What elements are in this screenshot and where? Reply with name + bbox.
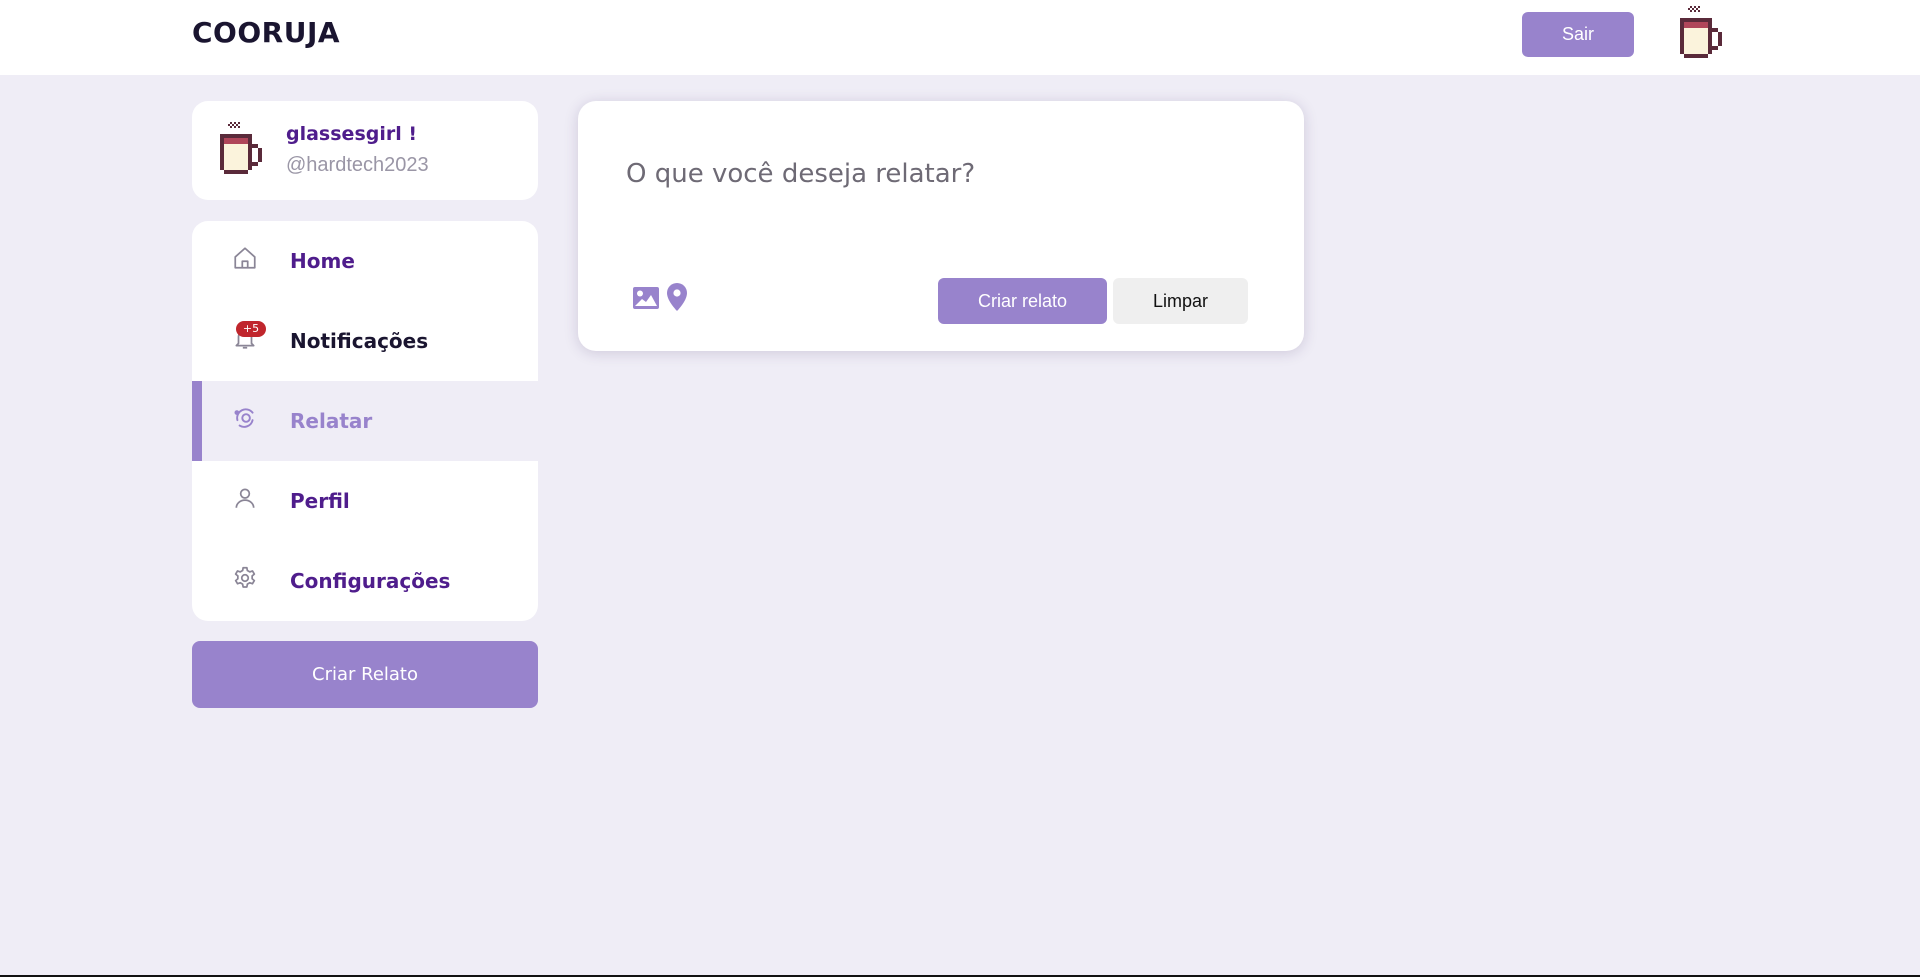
profile-name: glassesgirl ! (286, 123, 418, 145)
sidebar-item-profile[interactable]: Perfil (192, 461, 538, 541)
sidebar-item-label: Home (290, 249, 355, 273)
notification-badge: +5 (236, 321, 266, 337)
sidebar-item-label: Notificações (290, 329, 429, 353)
gear-icon (234, 566, 256, 588)
top-bar: COORUJA Sair (0, 0, 1920, 75)
sidebar-item-label: Relatar (290, 409, 373, 433)
sidebar-item-settings[interactable]: Configurações (192, 541, 538, 621)
sidebar-item-notifications[interactable]: +5 Notificações (192, 301, 538, 381)
report-composer: Criar relato Limpar (578, 101, 1304, 351)
logout-button[interactable]: Sair (1522, 12, 1634, 57)
report-input[interactable] (626, 149, 1246, 199)
coffee-mug-icon[interactable] (1676, 6, 1724, 62)
brand-logo: COORUJA (192, 16, 341, 49)
create-report-button[interactable]: Criar Relato (192, 641, 538, 708)
report-icon (234, 408, 254, 428)
sidebar-item-label: Perfil (290, 489, 350, 513)
user-icon (235, 488, 255, 508)
active-indicator (192, 381, 202, 461)
image-icon[interactable] (632, 285, 660, 311)
sidebar-item-report[interactable]: Relatar (192, 381, 538, 461)
sidebar-nav: Home +5 Notificações Relatar Perfil Conf… (192, 221, 538, 621)
submit-report-button[interactable]: Criar relato (938, 278, 1107, 324)
profile-card: glassesgirl ! @hardtech2023 (192, 101, 538, 200)
profile-handle: @hardtech2023 (286, 154, 429, 176)
home-icon (234, 247, 256, 269)
sidebar-item-label: Configurações (290, 569, 451, 593)
location-pin-icon[interactable] (666, 282, 688, 312)
coffee-mug-icon (220, 122, 262, 174)
sidebar-item-home[interactable]: Home (192, 221, 538, 301)
clear-button[interactable]: Limpar (1113, 278, 1248, 324)
